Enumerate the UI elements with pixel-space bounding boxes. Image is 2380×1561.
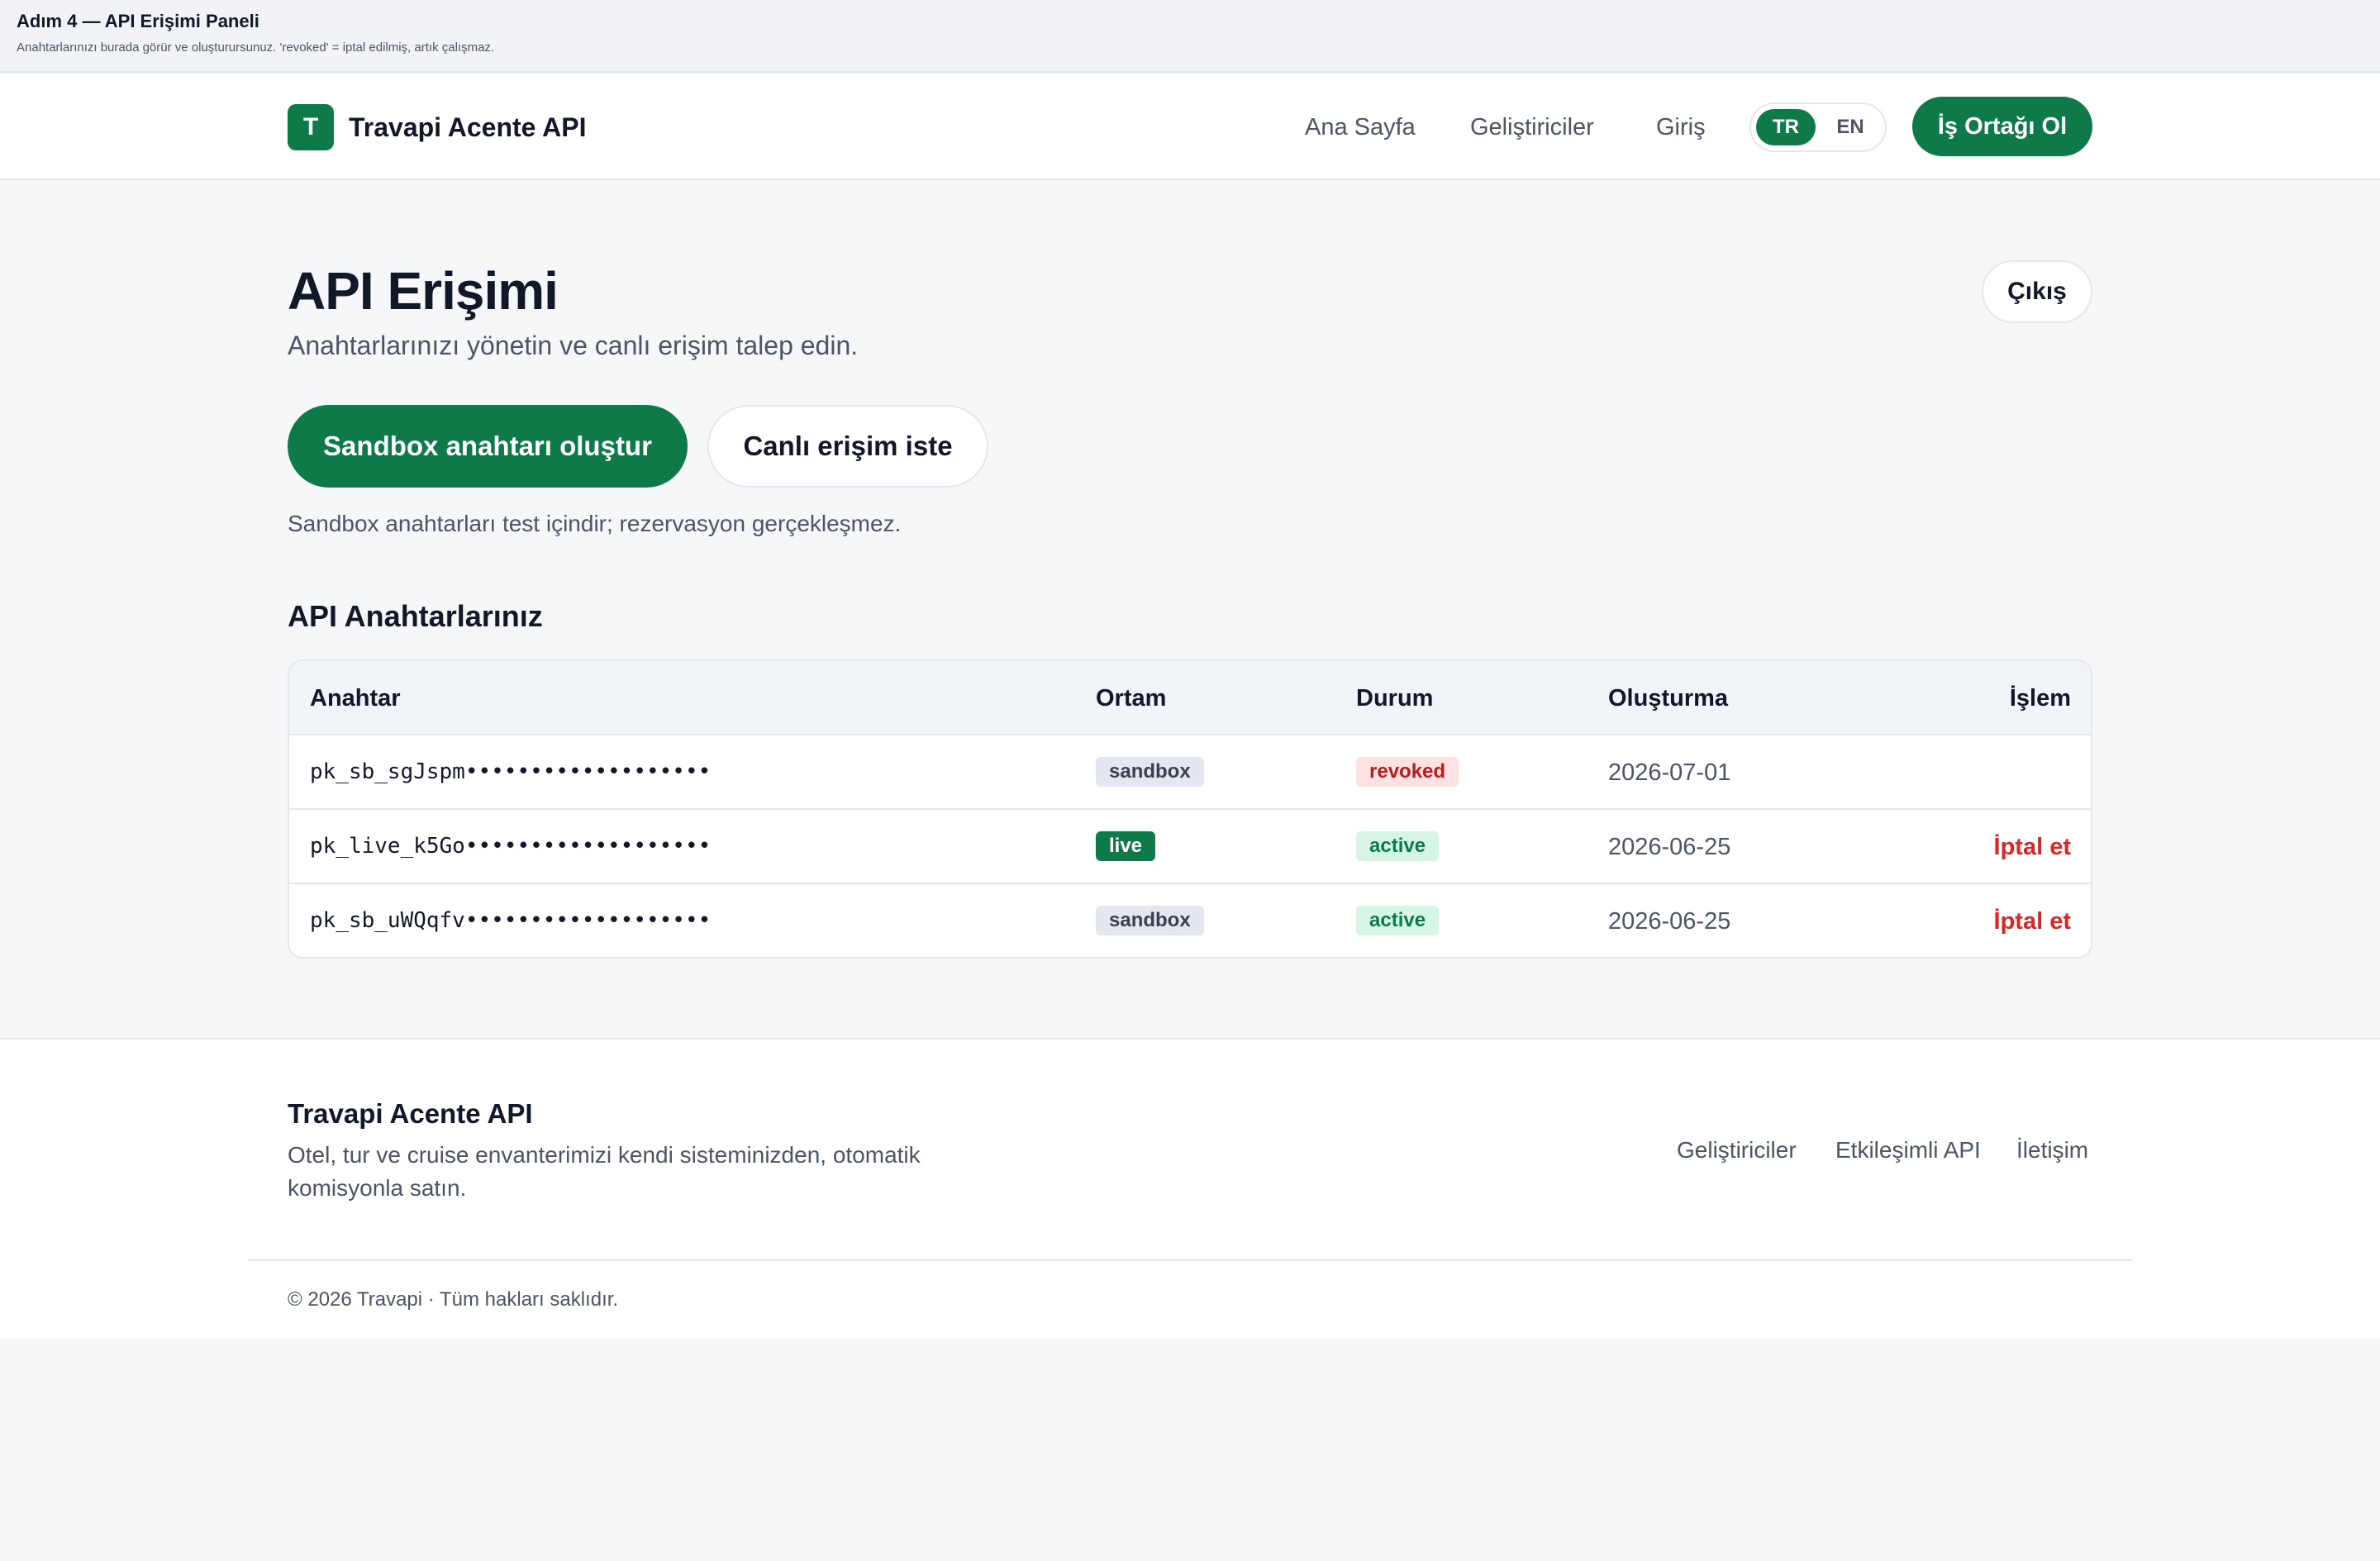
key-value: pk_sb_sgJspm•••••••••••••••••••: [310, 759, 712, 784]
footer-link-interactive-api[interactable]: Etkileşimli API: [1835, 1135, 1981, 1165]
footer: Travapi Acente API Otel, tur ve cruise e…: [0, 1038, 2380, 1339]
column-header-key: Anahtar: [310, 685, 401, 711]
step-title: Adım 4 — API Erişimi Paneli: [17, 11, 259, 31]
footer-link-contact[interactable]: İletişim: [2016, 1135, 2088, 1165]
created-date: 2026-06-25: [1608, 908, 1731, 935]
table-header: Anahtar Ortam Durum Oluşturma İşlem: [289, 661, 2091, 735]
language-toggle: TR EN: [1749, 102, 1887, 152]
sandbox-note: Sandbox anahtarları test içindir; rezerv…: [288, 511, 902, 536]
brand-name: Travapi Acente API: [349, 112, 587, 142]
status-badge: active: [1356, 906, 1440, 935]
request-live-access-button[interactable]: Canlı erişim iste: [707, 405, 988, 488]
key-value: pk_sb_uWQqfv•••••••••••••••••••: [310, 908, 712, 933]
brand-link[interactable]: T Travapi Acente API: [288, 104, 587, 150]
created-date: 2026-06-25: [1608, 834, 1731, 860]
footer-description: Otel, tur ve cruise envanterimizi kendi …: [288, 1142, 921, 1201]
column-header-status: Durum: [1356, 685, 1434, 711]
column-header-created: Oluşturma: [1608, 685, 1729, 711]
logout-button[interactable]: Çıkış: [1982, 260, 2092, 323]
nav-link-login[interactable]: Giriş: [1656, 112, 1706, 142]
top-navbar: T Travapi Acente API Ana Sayfa Geliştiri…: [0, 74, 2380, 180]
footer-link-developers[interactable]: Geliştiriciler: [1677, 1135, 1797, 1165]
page-title: API Erişimi: [288, 261, 559, 321]
column-header-action: İşlem: [2009, 685, 2071, 711]
revoke-key-button[interactable]: İptal et: [1994, 833, 2071, 861]
footer-brand: Travapi Acente API: [288, 1098, 533, 1129]
column-header-environment: Ortam: [1096, 685, 1167, 711]
environment-badge: sandbox: [1096, 757, 1204, 787]
created-date: 2026-07-01: [1608, 759, 1731, 786]
table-row: pk_live_k5Go••••••••••••••••••• live act…: [289, 810, 2091, 884]
status-badge: active: [1356, 831, 1440, 861]
step-description: Anahtarlarınızı burada görür ve oluşturu…: [17, 40, 495, 55]
status-badge: revoked: [1356, 757, 1459, 787]
copyright-text: © 2026 Travapi · Tüm hakları saklıdır.: [288, 1288, 619, 1311]
environment-badge: live: [1096, 831, 1156, 861]
nav-link-home[interactable]: Ana Sayfa: [1305, 112, 1416, 142]
brand-logo-icon: T: [288, 104, 334, 150]
table-row: pk_sb_uWQqfv••••••••••••••••••• sandbox …: [289, 884, 2091, 957]
step-banner: Adım 4 — API Erişimi Paneli Anahtarların…: [0, 0, 2380, 73]
page-subtitle: Anahtarlarınızı yönetin ve canlı erişim …: [288, 331, 859, 360]
footer-divider: [248, 1259, 2132, 1261]
environment-badge: sandbox: [1096, 906, 1204, 935]
table-row: pk_sb_sgJspm••••••••••••••••••• sandbox …: [289, 735, 2091, 810]
become-partner-button[interactable]: İş Ortağı Ol: [1912, 97, 2092, 156]
api-keys-table: Anahtar Ortam Durum Oluşturma İşlem pk_s…: [288, 659, 2092, 959]
create-sandbox-key-button[interactable]: Sandbox anahtarı oluştur: [288, 405, 688, 488]
lang-en-button[interactable]: EN: [1821, 109, 1880, 145]
api-keys-section-title: API Anahtarlarınız: [288, 599, 543, 633]
key-value: pk_live_k5Go•••••••••••••••••••: [310, 834, 712, 859]
nav-link-developers[interactable]: Geliştiriciler: [1470, 112, 1594, 142]
revoke-key-button[interactable]: İptal et: [1994, 907, 2071, 935]
lang-tr-button[interactable]: TR: [1756, 109, 1816, 145]
